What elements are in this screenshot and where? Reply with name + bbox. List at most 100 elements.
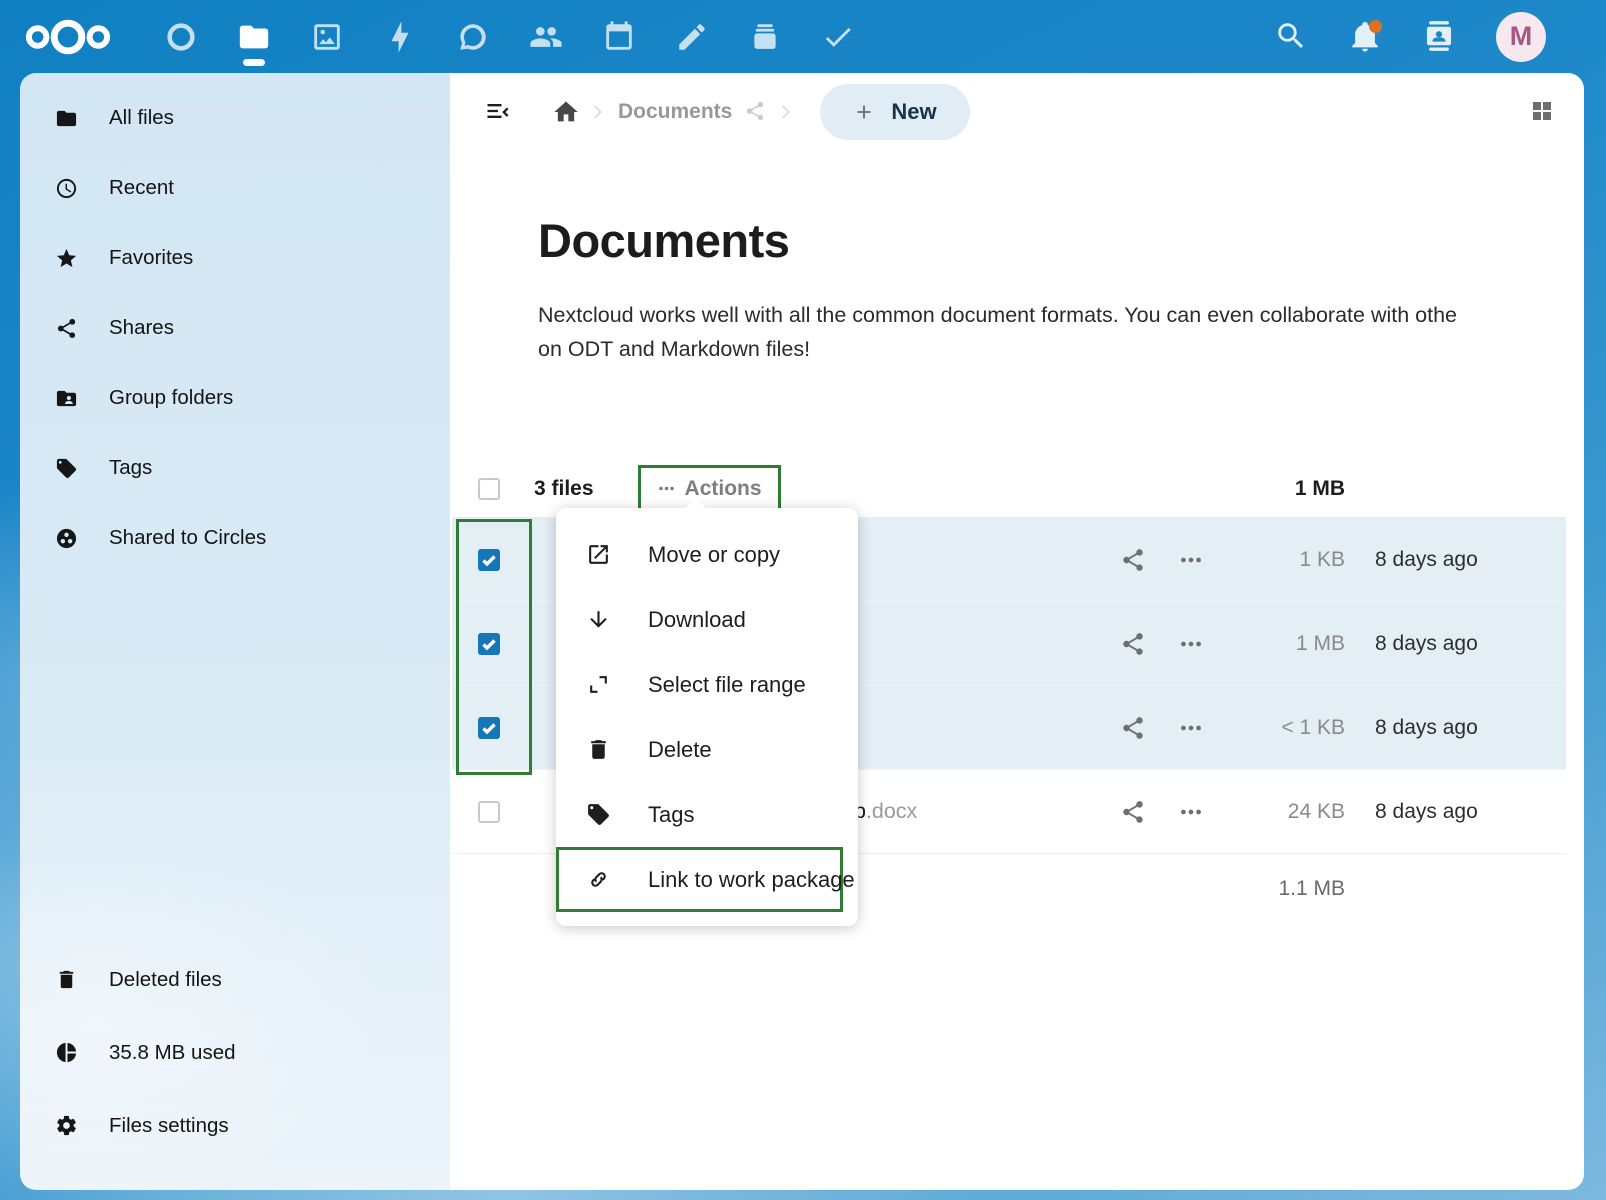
share-icon[interactable]: [1111, 631, 1155, 657]
contacts-search-icon[interactable]: [1422, 19, 1458, 55]
tasks-icon[interactable]: [801, 0, 874, 73]
menu-item-tags[interactable]: Tags: [556, 782, 858, 847]
row-actions-icon[interactable]: [1155, 547, 1227, 573]
row-checkbox[interactable]: [478, 801, 500, 823]
sidebar-item-label: Favorites: [109, 246, 193, 270]
share-icon[interactable]: [1111, 799, 1155, 825]
notification-dot: [1369, 20, 1382, 33]
menu-item-label: Link to work package: [648, 867, 855, 893]
files-icon[interactable]: [217, 0, 290, 73]
sidebar: All files Recent Favorites Shares Group …: [20, 73, 450, 1190]
actions-button-label: Actions: [685, 477, 762, 501]
sidebar-item-label: Recent: [109, 176, 174, 200]
share-icon[interactable]: [1111, 547, 1155, 573]
plus-icon: [853, 101, 875, 123]
file-name-extension: .docx: [866, 799, 917, 823]
menu-item-select-file-range[interactable]: Select file range: [556, 652, 858, 717]
home-icon[interactable]: [552, 98, 580, 126]
row-checkbox[interactable]: [478, 633, 500, 655]
actions-context-menu: Move or copy Download Select file range …: [556, 508, 858, 926]
new-button[interactable]: New: [820, 84, 969, 140]
folder-description: Nextcloud works well with all the common…: [538, 298, 1584, 366]
notes-icon[interactable]: [655, 0, 728, 73]
app-shell: All files Recent Favorites Shares Group …: [20, 73, 1584, 1190]
menu-item-move-or-copy[interactable]: Move or copy: [556, 522, 858, 587]
top-bar: M: [0, 0, 1606, 73]
shared-indicator-icon[interactable]: [744, 100, 768, 124]
sidebar-item-label: Group folders: [109, 386, 233, 410]
sidebar-footer: Deleted files 35.8 MB used Files setting…: [20, 943, 450, 1162]
grid-view-toggle-icon[interactable]: [1530, 99, 1556, 125]
actions-button[interactable]: Actions: [641, 477, 778, 501]
chevron-right-icon: [774, 99, 800, 125]
share-icon[interactable]: [1111, 715, 1155, 741]
menu-item-download[interactable]: Download: [556, 587, 858, 652]
menu-item-label: Tags: [648, 802, 694, 828]
sidebar-item-label: Shared to Circles: [109, 526, 266, 550]
sidebar-item-label: All files: [109, 106, 174, 130]
nextcloud-logo[interactable]: [22, 14, 114, 60]
trash-icon: [586, 737, 611, 762]
file-size: < 1 KB: [1227, 716, 1345, 740]
folder-icon: [55, 107, 78, 130]
clock-icon: [55, 177, 78, 200]
chevron-right-icon: [586, 99, 612, 125]
sidebar-item-files-settings[interactable]: Files settings: [20, 1089, 450, 1162]
sidebar-item-favorites[interactable]: Favorites: [20, 223, 450, 293]
menu-item-delete[interactable]: Delete: [556, 717, 858, 782]
photos-icon[interactable]: [290, 0, 363, 73]
file-modified: 8 days ago: [1345, 632, 1566, 656]
row-checkbox[interactable]: [478, 717, 500, 739]
group-folder-icon: [55, 387, 78, 410]
select-all-checkbox[interactable]: [478, 478, 500, 500]
contacts-app-icon[interactable]: [509, 0, 582, 73]
sidebar-item-shares[interactable]: Shares: [20, 293, 450, 363]
total-size: 1.1 MB: [1227, 877, 1345, 901]
page-title: Documents: [538, 213, 1584, 268]
arrow-down-icon: [586, 607, 611, 632]
sidebar-item-label: Tags: [109, 456, 152, 480]
sidebar-item-label: Deleted files: [109, 968, 222, 992]
folder-description-line1: Nextcloud works well with all the common…: [538, 298, 1584, 332]
notifications-bell-icon[interactable]: [1348, 19, 1384, 55]
row-actions-icon[interactable]: [1155, 631, 1227, 657]
sidebar-item-quota[interactable]: 35.8 MB used: [20, 1016, 450, 1089]
sidebar-item-all-files[interactable]: All files: [20, 83, 450, 153]
sidebar-item-group-folders[interactable]: Group folders: [20, 363, 450, 433]
row-checkbox[interactable]: [478, 549, 500, 571]
sidebar-item-deleted-files[interactable]: Deleted files: [20, 943, 450, 1016]
expand-range-icon: [586, 672, 611, 697]
row-actions-icon[interactable]: [1155, 715, 1227, 741]
sidebar-item-label: 35.8 MB used: [109, 1041, 236, 1065]
dots-horizontal-icon: [657, 479, 676, 498]
star-icon: [55, 247, 78, 270]
sidebar-item-recent[interactable]: Recent: [20, 153, 450, 223]
open-in-new-icon: [586, 542, 611, 567]
quota-pie-icon: [55, 1041, 78, 1064]
talk-icon[interactable]: [436, 0, 509, 73]
sidebar-item-label: Shares: [109, 316, 174, 340]
avatar[interactable]: M: [1496, 12, 1546, 62]
file-modified: 8 days ago: [1345, 800, 1566, 824]
calendar-icon[interactable]: [582, 0, 655, 73]
sidebar-item-shared-to-circles[interactable]: Shared to Circles: [20, 503, 450, 573]
menu-item-link-to-work-package[interactable]: Link to work package: [556, 847, 843, 912]
sidebar-nav: All files Recent Favorites Shares Group …: [20, 83, 450, 573]
file-size: 24 KB: [1227, 800, 1345, 824]
dashboard-icon[interactable]: [144, 0, 217, 73]
circles-icon: [55, 527, 78, 550]
activity-icon[interactable]: [363, 0, 436, 73]
sidebar-toggle-icon[interactable]: [484, 97, 514, 127]
search-icon[interactable]: [1274, 19, 1310, 55]
folder-header: Documents Nextcloud works well with all …: [538, 213, 1584, 366]
row-actions-icon[interactable]: [1155, 799, 1227, 825]
size-column-header[interactable]: 1 MB: [1227, 477, 1345, 501]
menu-item-label: Select file range: [648, 672, 806, 698]
gear-icon: [55, 1114, 78, 1137]
deck-icon[interactable]: [728, 0, 801, 73]
sidebar-item-tags[interactable]: Tags: [20, 433, 450, 503]
link-icon: [586, 867, 611, 892]
menu-item-label: Download: [648, 607, 746, 633]
breadcrumb-current-folder[interactable]: Documents: [618, 100, 732, 124]
share-icon: [55, 317, 78, 340]
